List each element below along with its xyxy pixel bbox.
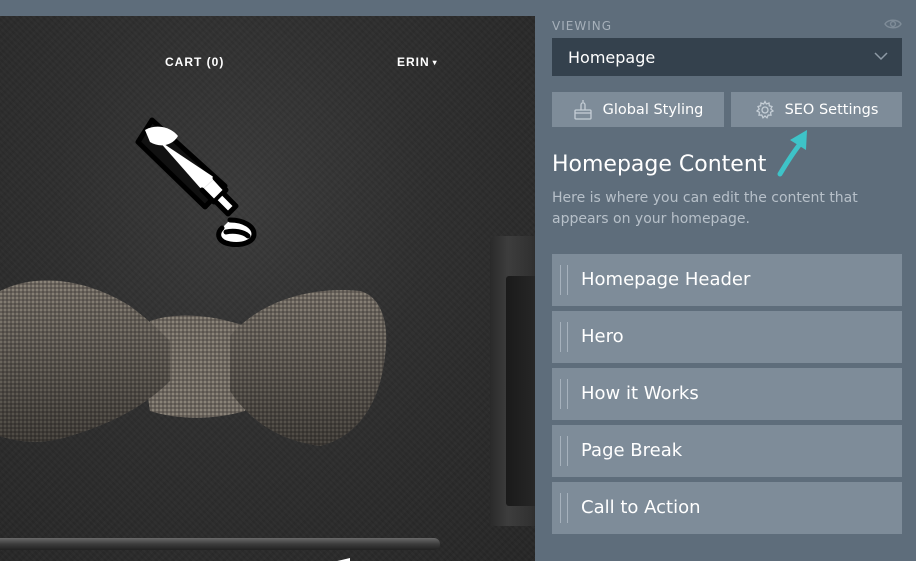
site-preview[interactable]: CART (0) ERIN ▾ [0, 16, 535, 561]
eye-icon[interactable] [884, 17, 902, 31]
gear-icon [755, 99, 774, 119]
arrow-pointer-icon [777, 130, 807, 177]
viewing-selected-value: Homepage [568, 47, 656, 67]
chevron-down-icon [874, 52, 888, 61]
section-item-call-to-action[interactable]: Call to Action [552, 482, 902, 534]
cart-link[interactable]: CART (0) [165, 55, 224, 69]
content-section-title: Homepage Content [552, 152, 767, 177]
section-item-label: Hero [581, 326, 624, 347]
section-item-label: How it Works [581, 383, 699, 404]
brush-icon [573, 99, 592, 120]
section-item-hero[interactable]: Hero [552, 311, 902, 363]
section-item-label: Homepage Header [581, 269, 751, 290]
section-item-page-break[interactable]: Page Break [552, 425, 902, 477]
paint-tube-logo [135, 117, 257, 247]
content-section-description: Here is where you can edit the content t… [552, 190, 858, 227]
top-strip [0, 0, 535, 16]
viewing-page-select[interactable]: Homepage [552, 38, 902, 76]
drag-handle-icon[interactable] [560, 322, 568, 352]
user-menu[interactable]: ERIN ▾ [397, 55, 438, 69]
editor-sidebar: VIEWING Homepage Global Styling SEO Sett… [535, 0, 916, 561]
hero-heading-partial [205, 548, 365, 561]
section-item-label: Call to Action [581, 497, 701, 518]
seo-settings-label: SEO Settings [784, 101, 879, 118]
background-device-screen [506, 276, 535, 506]
seo-settings-button[interactable]: SEO Settings [731, 92, 902, 127]
drag-handle-icon[interactable] [560, 436, 568, 466]
bowtie-image [0, 280, 387, 446]
drag-handle-icon[interactable] [560, 265, 568, 295]
viewing-label: VIEWING [552, 19, 613, 33]
user-name: ERIN [397, 55, 430, 69]
section-item-how-it-works[interactable]: How it Works [552, 368, 902, 420]
global-styling-button[interactable]: Global Styling [552, 92, 724, 127]
drag-handle-icon[interactable] [560, 379, 568, 409]
global-styling-label: Global Styling [602, 101, 704, 118]
caret-down-icon: ▾ [432, 58, 438, 67]
drag-handle-icon[interactable] [560, 493, 568, 523]
section-item-homepage-header[interactable]: Homepage Header [552, 254, 902, 306]
section-item-label: Page Break [581, 440, 683, 461]
